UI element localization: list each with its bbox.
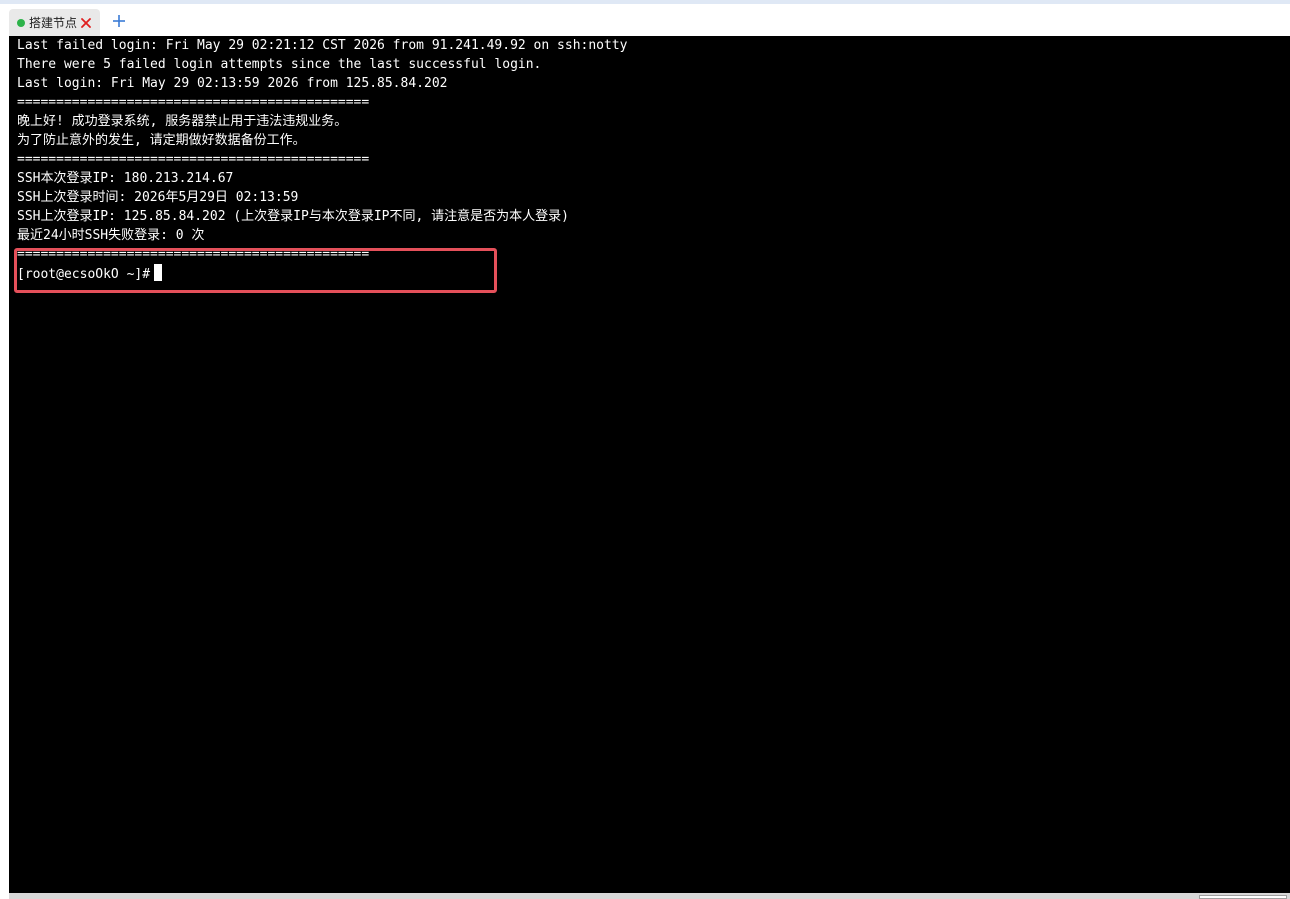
plus-icon[interactable] bbox=[111, 13, 127, 29]
annotation-highlight-box bbox=[14, 248, 497, 293]
close-icon[interactable] bbox=[81, 17, 91, 28]
terminal-separator: ========================================… bbox=[17, 95, 370, 110]
terminal-line: Last login: Fri May 29 02:13:59 2026 fro… bbox=[17, 76, 448, 91]
terminal-line: 为了防止意外的发生, 请定期做好数据备份工作。 bbox=[17, 133, 306, 148]
terminal-line: SSH上次登录时间: 2026年5月29日 02:13:59 bbox=[17, 190, 299, 205]
terminal-line: There were 5 failed login attempts since… bbox=[17, 57, 542, 72]
terminal-line: SSH上次登录IP: 125.85.84.202 (上次登录IP与本次登录IP不… bbox=[17, 209, 569, 224]
tab-build-node[interactable]: 搭建节点 bbox=[9, 9, 100, 36]
terminal-line: 晚上好! 成功登录系统, 服务器禁止用于违法违规业务。 bbox=[17, 114, 348, 129]
tab-bar: 搭建节点 bbox=[0, 4, 1290, 36]
tab-label: 搭建节点 bbox=[29, 16, 78, 30]
terminal-line: SSH本次登录IP: 180.213.214.67 bbox=[17, 171, 234, 186]
terminal-output[interactable]: Last failed login: Fri May 29 02:21:12 C… bbox=[9, 36, 1290, 893]
terminal-separator: ========================================… bbox=[17, 152, 370, 167]
terminal-line: Last failed login: Fri May 29 02:21:12 C… bbox=[17, 38, 628, 53]
connection-status-icon bbox=[17, 18, 25, 27]
terminal-bottom-bar bbox=[9, 893, 1290, 899]
terminal-line: 最近24小时SSH失败登录: 0 次 bbox=[17, 228, 205, 243]
scroll-thumb[interactable] bbox=[1199, 895, 1287, 899]
